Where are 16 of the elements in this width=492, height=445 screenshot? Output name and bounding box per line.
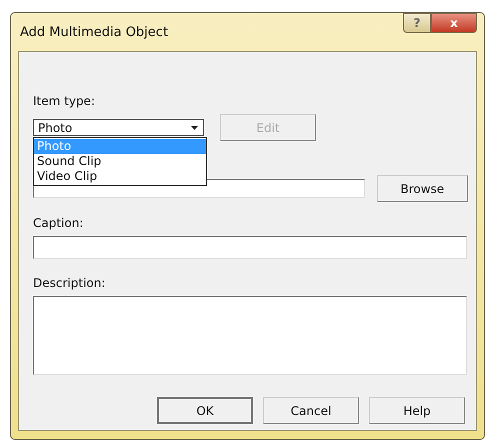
field-label: Item type:: [33, 94, 96, 108]
field-label: Description:: [33, 276, 106, 290]
dialog-button[interactable]: Cancel: [263, 397, 359, 424]
dropdown-option[interactable]: Video Clip: [34, 169, 206, 184]
caption-field[interactable]: [33, 236, 467, 259]
browse-button[interactable]: Browse: [376, 175, 468, 202]
dialog-button[interactable]: OK: [157, 397, 253, 424]
dialog-button[interactable]: Help: [369, 397, 465, 424]
field-label: Caption:: [33, 216, 84, 230]
dropdown-arrow-icon: [190, 124, 199, 130]
close-button[interactable]: x: [431, 13, 477, 33]
description-field[interactable]: [33, 296, 467, 375]
dropdown-option[interactable]: Sound Clip: [34, 154, 206, 169]
help-button[interactable]: ?: [403, 13, 431, 33]
item-type-dropdown[interactable]: Photo: [33, 119, 204, 136]
window-title: Add Multimedia Object: [20, 24, 168, 40]
